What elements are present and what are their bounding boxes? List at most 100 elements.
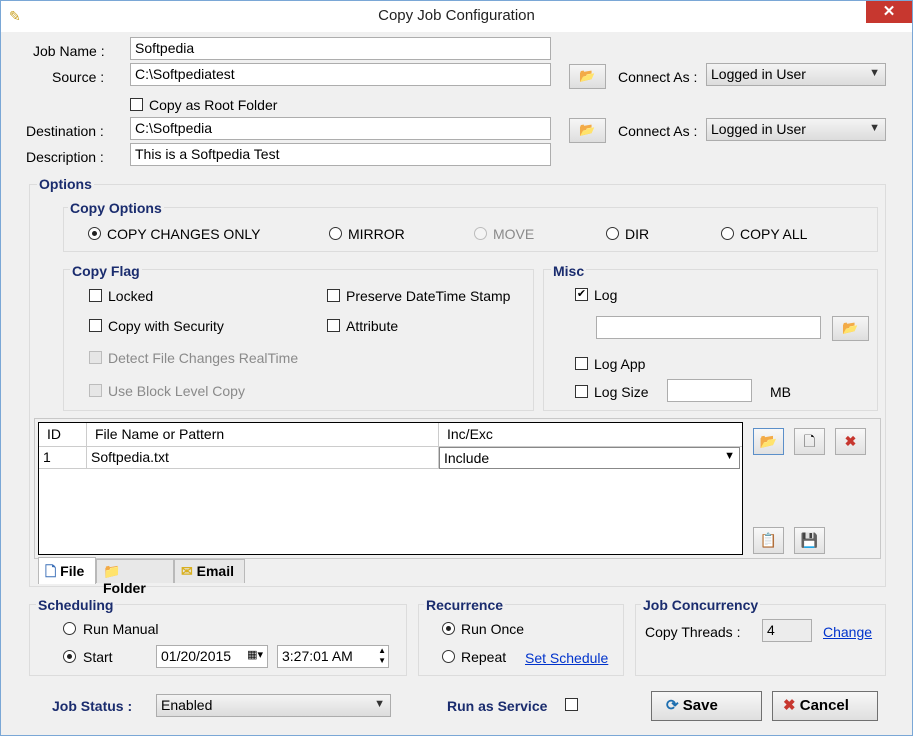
email-icon: ✉ bbox=[181, 563, 193, 579]
log-size-label: Log Size bbox=[594, 384, 649, 400]
add-folder-icon: 📂 bbox=[759, 433, 778, 449]
file-icon: 🗋 bbox=[45, 563, 57, 579]
job-status-select[interactable]: Enabled ▼ bbox=[156, 694, 391, 717]
job-name-input[interactable]: Softpedia bbox=[130, 37, 551, 60]
radio-move-label: MOVE bbox=[493, 226, 535, 242]
tab-file[interactable]: 🗋 File bbox=[38, 557, 96, 584]
source-input[interactable]: C:\Softpediatest bbox=[130, 63, 551, 86]
add-filter-button[interactable]: 📂 bbox=[753, 428, 784, 455]
options-title: Options bbox=[37, 176, 94, 192]
radio-run-once[interactable] bbox=[442, 622, 455, 635]
radio-run-manual[interactable] bbox=[63, 622, 76, 635]
cancel-button[interactable]: ✖ Cancel bbox=[772, 691, 878, 721]
row-id-cell[interactable]: 1 bbox=[39, 447, 87, 469]
spinner-icon[interactable]: ▲ ▼ bbox=[378, 646, 386, 666]
start-date-value: 01/20/2015 bbox=[161, 648, 232, 664]
save-filter-button[interactable]: 💾 bbox=[794, 527, 825, 554]
locked-checkbox[interactable] bbox=[89, 289, 102, 302]
run-once-label: Run Once bbox=[461, 621, 525, 637]
save-button[interactable]: ⟳ Save bbox=[651, 691, 762, 721]
cancel-icon: ✖ bbox=[783, 697, 796, 714]
folder-browse-icon: 📂 bbox=[579, 122, 596, 137]
start-time-picker[interactable]: 3:27:01 AM ▲ ▼ bbox=[277, 645, 389, 668]
log-path-input[interactable] bbox=[596, 316, 821, 339]
threads-input: 4 bbox=[762, 619, 812, 642]
destination-input[interactable]: C:\Softpedia bbox=[130, 117, 551, 140]
col-pattern-header[interactable]: File Name or Pattern bbox=[87, 423, 439, 447]
tab-email[interactable]: ✉ Email bbox=[174, 559, 245, 583]
source-connect-label: Connect As : bbox=[618, 69, 698, 85]
radio-repeat[interactable] bbox=[442, 650, 455, 663]
row-incexc-value: Include bbox=[444, 450, 490, 466]
col-id-header[interactable]: ID bbox=[39, 423, 87, 447]
run-service-label: Run as Service bbox=[447, 698, 548, 714]
locked-label: Locked bbox=[108, 288, 154, 304]
detect-changes-label: Detect File Changes RealTime bbox=[108, 350, 299, 366]
block-level-label: Use Block Level Copy bbox=[108, 383, 245, 399]
checkmark-icon: ✔ bbox=[576, 288, 587, 300]
delete-filter-button[interactable]: ✖ bbox=[835, 428, 866, 455]
threads-label: Copy Threads : bbox=[645, 624, 741, 640]
cancel-label: Cancel bbox=[799, 697, 849, 714]
log-size-input[interactable] bbox=[667, 379, 752, 402]
chevron-down-icon: ▼ bbox=[869, 122, 880, 134]
log-browse-button[interactable]: 📂 bbox=[832, 316, 869, 341]
destination-browse-button[interactable]: 📂 bbox=[569, 118, 606, 143]
preserve-stamp-label: Preserve DateTime Stamp bbox=[346, 288, 511, 304]
job-name-label: Job Name : bbox=[33, 43, 105, 59]
tab-folder[interactable]: 📁 Folder bbox=[96, 559, 174, 596]
radio-dir[interactable] bbox=[606, 227, 619, 240]
run-service-checkbox[interactable] bbox=[565, 698, 578, 711]
chevron-down-icon: ▼ bbox=[869, 67, 880, 79]
save-label: Save bbox=[682, 697, 718, 714]
job-status-value: Enabled bbox=[161, 697, 213, 713]
chevron-down-icon: ▼ bbox=[374, 698, 385, 710]
radio-copy-all[interactable] bbox=[721, 227, 734, 240]
destination-label: Destination : bbox=[26, 123, 104, 139]
attribute-checkbox[interactable] bbox=[327, 319, 340, 332]
copy-security-checkbox[interactable] bbox=[89, 319, 102, 332]
delete-icon: ✖ bbox=[844, 433, 857, 449]
run-manual-label: Run Manual bbox=[83, 621, 159, 637]
source-browse-button[interactable]: 📂 bbox=[569, 64, 606, 89]
radio-dir-label: DIR bbox=[625, 226, 650, 242]
log-label: Log bbox=[594, 287, 618, 303]
radio-copy-changes[interactable] bbox=[88, 227, 101, 240]
copy-root-checkbox[interactable] bbox=[130, 98, 143, 111]
row-incexc-select[interactable]: Include ▼ bbox=[439, 447, 740, 469]
window-title: Copy Job Configuration bbox=[378, 7, 535, 24]
row-pattern-cell[interactable]: Softpedia.txt bbox=[87, 447, 439, 469]
start-date-picker[interactable]: 01/20/2015 ▦▾ bbox=[156, 645, 268, 668]
radio-mirror[interactable] bbox=[329, 227, 342, 240]
copy-flag-title: Copy Flag bbox=[70, 263, 142, 279]
concurrency-group bbox=[635, 604, 886, 676]
preserve-stamp-checkbox[interactable] bbox=[327, 289, 340, 302]
new-filter-button[interactable]: 🗋 bbox=[794, 428, 825, 455]
log-app-checkbox[interactable] bbox=[575, 357, 588, 370]
dest-connect-select[interactable]: Logged in User ▼ bbox=[706, 118, 886, 141]
start-label: Start bbox=[83, 649, 113, 665]
log-size-checkbox[interactable] bbox=[575, 385, 588, 398]
copy-job-window: ✎ Copy Job Configuration ✕ Job Name : So… bbox=[0, 0, 913, 736]
source-connect-select[interactable]: Logged in User ▼ bbox=[706, 63, 886, 86]
tab-file-label: File bbox=[60, 563, 85, 579]
set-schedule-link[interactable]: Set Schedule bbox=[525, 650, 608, 666]
radio-start[interactable] bbox=[63, 650, 76, 663]
close-button[interactable]: ✕ bbox=[866, 1, 912, 23]
job-status-label: Job Status : bbox=[52, 698, 133, 714]
col-incexc-header[interactable]: Inc/Exc bbox=[439, 423, 742, 447]
change-threads-link[interactable]: Change bbox=[823, 624, 872, 640]
copy-options-title: Copy Options bbox=[68, 200, 164, 216]
repeat-label: Repeat bbox=[461, 649, 507, 665]
chevron-down-icon: ▼ bbox=[724, 450, 735, 462]
folder-browse-icon: 📂 bbox=[579, 68, 596, 83]
log-app-label: Log App bbox=[594, 356, 646, 372]
log-checkbox[interactable]: ✔ bbox=[575, 288, 588, 301]
description-input[interactable]: This is a Softpedia Test bbox=[130, 143, 551, 166]
misc-title: Misc bbox=[551, 263, 587, 279]
refresh-icon: ⟳ bbox=[666, 697, 679, 714]
import-filter-button[interactable]: 📋 bbox=[753, 527, 784, 554]
calendar-icon: ▦▾ bbox=[247, 649, 263, 661]
folder-icon: 📁 bbox=[103, 563, 121, 579]
new-file-icon: 🗋 bbox=[803, 433, 816, 449]
